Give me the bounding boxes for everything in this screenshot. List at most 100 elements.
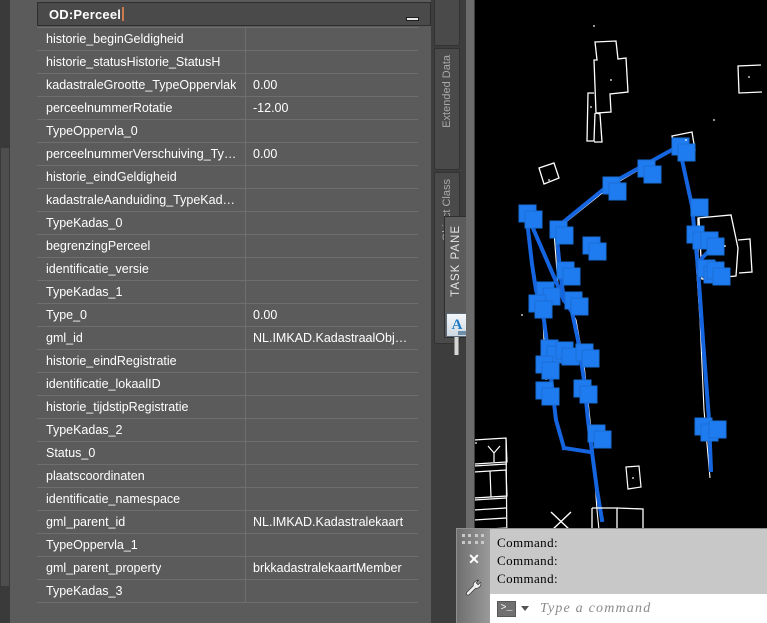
minimize-button[interactable]: [405, 9, 420, 21]
table-row[interactable]: Status_0: [37, 441, 418, 465]
minimize-icon: [406, 17, 419, 21]
field-name-cell[interactable]: historie_eindGeldigheid: [37, 165, 246, 189]
field-value-cell[interactable]: NL.IMKAD.KadastraalObj…: [246, 327, 418, 350]
wrench-icon[interactable]: [465, 579, 483, 597]
field-name-cell[interactable]: TypeKadas_0: [37, 211, 246, 235]
field-value-cell[interactable]: [246, 51, 418, 74]
table-row[interactable]: identificatie_lokaalID: [37, 372, 418, 396]
field-value-cell[interactable]: [246, 373, 418, 396]
field-value-cell[interactable]: [246, 350, 418, 373]
field-value-cell[interactable]: 0.00: [246, 143, 418, 166]
field-value-cell[interactable]: [246, 580, 418, 603]
field-name-cell[interactable]: TypeOppervla_1: [37, 533, 246, 557]
field-name-text: identificatie_namespace: [46, 492, 181, 506]
command-history-line: Command:: [497, 553, 558, 568]
field-name-cell[interactable]: perceelnummerVerschuiving_Ty…: [37, 142, 246, 166]
command-input[interactable]: Type a command: [540, 601, 651, 617]
field-value-cell[interactable]: [246, 120, 418, 143]
field-value-cell[interactable]: [246, 534, 418, 557]
field-name-text: Status_0: [46, 446, 96, 460]
field-name-cell[interactable]: identificatie_versie: [37, 257, 246, 281]
sidebar-item-datalinks[interactable]: D: [434, 0, 460, 46]
field-name-text: perceelnummerVerschuiving_Ty…: [46, 147, 237, 161]
table-row[interactable]: perceelnummerVerschuiving_Ty… 0.00: [37, 142, 418, 166]
field-value-cell[interactable]: [246, 419, 418, 442]
table-row[interactable]: identificatie_versie: [37, 257, 418, 281]
command-input-row[interactable]: >_ Type a command: [490, 594, 767, 623]
field-name-cell[interactable]: Type_0: [37, 303, 246, 327]
field-name-cell[interactable]: TypeKadas_2: [37, 418, 246, 442]
table-row[interactable]: kadastraleAanduiding_TypeKad…: [37, 188, 418, 212]
field-name-cell[interactable]: gml_parent_id: [37, 510, 246, 534]
table-row[interactable]: begrenzingPerceel: [37, 234, 418, 258]
field-name-cell[interactable]: kadastraleAanduiding_TypeKad…: [37, 188, 246, 212]
table-row[interactable]: historie_eindRegistratie: [37, 349, 418, 373]
field-value-cell[interactable]: [246, 189, 418, 212]
table-row[interactable]: TypeKadas_3: [37, 579, 418, 603]
table-row[interactable]: gml_id NL.IMKAD.KadastraalObj…: [37, 326, 418, 350]
field-value-cell[interactable]: NL.IMKAD.Kadastralekaart: [246, 511, 418, 534]
field-value-cell[interactable]: 0.00: [246, 74, 418, 97]
table-row[interactable]: perceelnummerRotatie -12.00: [37, 96, 418, 120]
table-row[interactable]: gml_parent_id NL.IMKAD.Kadastralekaart: [37, 510, 418, 534]
table-row[interactable]: historie_eindGeldigheid: [37, 165, 418, 189]
table-row[interactable]: Type_0 0.00: [37, 303, 418, 327]
field-value-cell[interactable]: [246, 28, 418, 51]
palette-titlebar[interactable]: OD:Perceel: [37, 2, 431, 26]
field-name-cell[interactable]: identificatie_namespace: [37, 487, 246, 511]
command-window-grip[interactable]: ✕: [457, 529, 490, 623]
field-name-cell[interactable]: gml_id: [37, 326, 246, 350]
field-value-cell[interactable]: [246, 281, 418, 304]
table-row[interactable]: historie_beginGeldigheid: [37, 27, 418, 51]
field-name-cell[interactable]: begrenzingPerceel: [37, 234, 246, 258]
field-name-cell[interactable]: kadastraleGrootte_TypeOppervlak: [37, 73, 246, 97]
field-value-cell[interactable]: [246, 465, 418, 488]
field-name-text: historie_beginGeldigheid: [46, 32, 184, 46]
table-row[interactable]: historie_statusHistorie_StatusH: [37, 50, 418, 74]
field-value-cell[interactable]: [246, 396, 418, 419]
table-row[interactable]: TypeKadas_2: [37, 418, 418, 442]
field-name-text: kadastraleAanduiding_TypeKad…: [46, 193, 236, 207]
field-name-cell[interactable]: Status_0: [37, 441, 246, 465]
table-row[interactable]: gml_parent_property brkkadastralekaartMem…: [37, 556, 418, 580]
field-name-cell[interactable]: TypeKadas_1: [37, 280, 246, 304]
field-value-text: NL.IMKAD.KadastraalObj…: [253, 331, 408, 345]
table-row[interactable]: plaatscoordinaten: [37, 464, 418, 488]
field-value-cell[interactable]: [246, 212, 418, 235]
field-value-cell[interactable]: [246, 235, 418, 258]
autocad-map-window: OD:Perceel historie_beginGeldigheidhisto…: [0, 0, 767, 623]
field-name-cell[interactable]: historie_statusHistorie_StatusH: [37, 50, 246, 74]
field-value-cell[interactable]: [246, 488, 418, 511]
field-value-cell[interactable]: 0.00: [246, 304, 418, 327]
table-row[interactable]: TypeKadas_1: [37, 280, 418, 304]
field-value-cell[interactable]: brkkadastralekaartMember: [246, 557, 418, 580]
field-name-cell[interactable]: plaatscoordinaten: [37, 464, 246, 488]
field-name-text: gml_parent_id: [46, 515, 126, 529]
field-name-cell[interactable]: perceelnummerRotatie: [37, 96, 246, 120]
sidebar-item-extended-data[interactable]: Extended Data: [434, 48, 460, 170]
field-name-cell[interactable]: historie_tijdstipRegistratie: [37, 395, 246, 419]
field-value-cell[interactable]: [246, 166, 418, 189]
table-row[interactable]: historie_tijdstipRegistratie: [37, 395, 418, 419]
table-row[interactable]: TypeKadas_0: [37, 211, 418, 235]
command-prompt-icon[interactable]: >_: [497, 600, 516, 617]
field-value-cell[interactable]: -12.00: [246, 97, 418, 120]
field-name-cell[interactable]: identificatie_lokaalID: [37, 372, 246, 396]
task-pane-label: TASK PANE: [450, 225, 462, 297]
table-row[interactable]: kadastraleGrootte_TypeOppervlak 0.00: [37, 73, 418, 97]
field-name-cell[interactable]: historie_eindRegistratie: [37, 349, 246, 373]
chevron-down-icon[interactable]: [521, 606, 529, 611]
field-name-cell[interactable]: TypeKadas_3: [37, 579, 246, 603]
field-value-text: brkkadastralekaartMember: [253, 561, 402, 575]
field-name-text: historie_tijdstipRegistratie: [46, 400, 189, 414]
field-name-cell[interactable]: TypeOppervla_0: [37, 119, 246, 143]
field-value-cell[interactable]: [246, 442, 418, 465]
table-row[interactable]: TypeOppervla_0: [37, 119, 418, 143]
field-name-cell[interactable]: gml_parent_property: [37, 556, 246, 580]
close-icon[interactable]: ✕: [466, 551, 482, 567]
table-row[interactable]: TypeOppervla_1: [37, 533, 418, 557]
field-value-cell[interactable]: [246, 258, 418, 281]
palette-scroll-thumb[interactable]: [1, 148, 9, 586]
field-name-cell[interactable]: historie_beginGeldigheid: [37, 27, 246, 51]
table-row[interactable]: identificatie_namespace: [37, 487, 418, 511]
